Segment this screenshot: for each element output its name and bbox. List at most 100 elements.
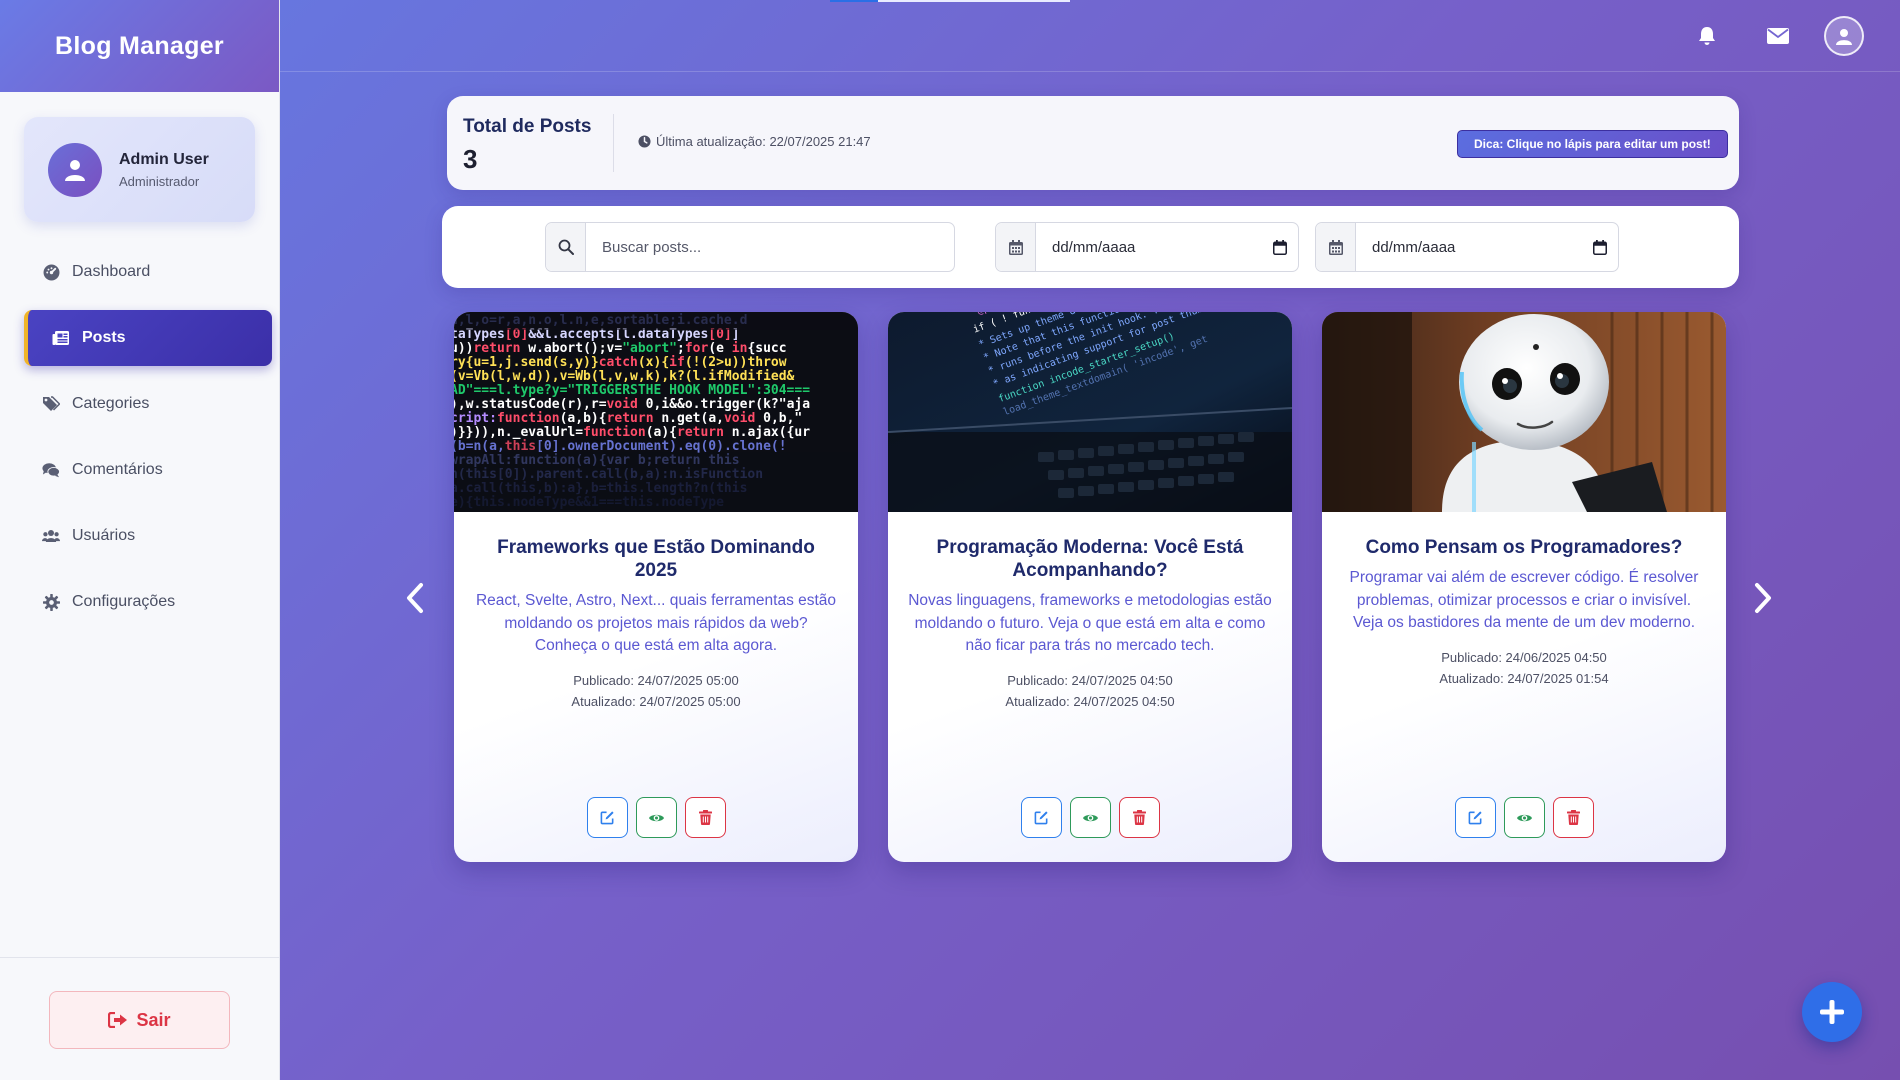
chevron-right-icon xyxy=(1755,583,1771,613)
sidebar: Blog Manager Admin User Administrador Da… xyxy=(0,0,280,1080)
post-thumbnail-laptop: @package if ( ! function_exists( 'incode… xyxy=(888,312,1292,512)
sidebar-footer: Sair xyxy=(0,957,280,1080)
last-updated-text: Última atualização: 22/07/2025 21:47 xyxy=(656,134,871,149)
edit-icon xyxy=(600,811,614,825)
sidebar-item-users[interactable]: Usuários xyxy=(24,508,272,564)
post-title: Frameworks que Estão Dominando 2025 xyxy=(497,537,815,581)
post-updated: Atualizado: 24/07/2025 05:00 xyxy=(571,693,741,709)
sidebar-item-label: Comentários xyxy=(72,461,163,478)
plus-icon xyxy=(1820,1000,1844,1024)
dashboard-icon xyxy=(42,263,60,281)
calendar-picker-icon xyxy=(1273,239,1287,255)
post-published: Publicado: 24/07/2025 04:50 xyxy=(1007,672,1173,688)
delete-post-button[interactable] xyxy=(1118,797,1160,838)
eye-icon xyxy=(1516,814,1532,821)
newspaper-icon xyxy=(52,329,70,347)
sidebar-item-posts[interactable]: Posts xyxy=(24,310,272,366)
carousel-prev-button[interactable] xyxy=(400,578,430,618)
chevron-left-icon xyxy=(407,583,423,613)
post-published: Publicado: 24/06/2025 04:50 xyxy=(1441,649,1607,665)
post-thumbnail-code: n,l,o=r,a,n.o,l.n,e,sortable;i.cache.d t… xyxy=(454,312,858,512)
comments-icon xyxy=(42,461,60,479)
date-from-picker-button[interactable] xyxy=(1262,223,1298,271)
view-post-button[interactable] xyxy=(1503,797,1545,838)
view-post-button[interactable] xyxy=(635,797,677,838)
post-title: Como Pensam os Programadores? xyxy=(1365,537,1683,558)
sidebar-item-settings[interactable]: Configurações xyxy=(24,574,272,630)
trash-icon xyxy=(1132,810,1146,825)
gear-icon xyxy=(42,593,60,611)
post-excerpt: React, Svelte, Astro, Next... quais ferr… xyxy=(475,592,837,654)
envelope-icon xyxy=(1767,28,1789,44)
tags-icon xyxy=(42,395,60,413)
svg-text:u))return w.abort();v="abort";: u))return w.abort();v="abort";for(e in{s… xyxy=(454,341,787,356)
carousel-next-button[interactable] xyxy=(1748,578,1778,618)
eye-icon xyxy=(648,814,664,821)
divider xyxy=(613,114,614,172)
user-avatar-icon xyxy=(1836,28,1852,45)
svg-text:(v=Vb(l,w,d)),v=Wb(l,v,w,k),k?: (v=Vb(l,w,d)),v=Wb(l,v,w,k),k?(l.ifModif… xyxy=(454,369,795,384)
app-title: Blog Manager xyxy=(55,31,224,60)
delete-post-button[interactable] xyxy=(684,797,726,838)
search-group xyxy=(545,222,955,272)
messages-button[interactable] xyxy=(1764,22,1792,50)
tip-badge: Dica: Clique no lápis para editar um pos… xyxy=(1457,130,1728,158)
sidebar-item-comments[interactable]: Comentários xyxy=(24,442,272,498)
add-post-button[interactable] xyxy=(1802,982,1862,1042)
loading-bar xyxy=(830,0,878,2)
trash-icon xyxy=(1566,810,1580,825)
calendar-picker-icon xyxy=(1593,239,1607,255)
clock-icon xyxy=(638,135,651,148)
logout-button[interactable]: Sair xyxy=(49,991,230,1049)
search-addon xyxy=(546,223,586,271)
date-from-addon xyxy=(996,223,1036,271)
svg-text:ry{u=1,j.send(s,y)}catch(x){if: ry{u=1,j.send(s,y)}catch(x){if(!(2>u))th… xyxy=(454,355,787,370)
edit-icon xyxy=(1034,811,1048,825)
svg-text:(b=n(a,this[0].ownerDocument).: (b=n(a,this[0].ownerDocument).eq(0).clon… xyxy=(454,439,787,454)
main-content: Total de Posts 3 Última atualização: 22/… xyxy=(280,0,1900,1080)
bell-icon xyxy=(1699,27,1715,45)
svg-text:AD"===l.type?y="TRIGGERSTHE HO: AD"===l.type?y="TRIGGERSTHE HOOK MODEL":… xyxy=(454,383,810,398)
post-card: Como Pensam os Programadores? Programar … xyxy=(1322,312,1726,862)
user-avatar-button[interactable] xyxy=(1824,16,1864,56)
profile-name: Admin User xyxy=(119,150,209,168)
search-input[interactable] xyxy=(586,223,954,271)
sidebar-item-label: Configurações xyxy=(72,593,176,610)
svg-text:),w.statusCode(r),r=void 0,i&&: ),w.statusCode(r),r=void 0,i&&o.trigger(… xyxy=(454,397,810,412)
svg-text:cript:function(a,b){return n.g: cript:function(a,b){return n.get(a,void … xyxy=(454,411,802,426)
date-to-group: dd/mm/aaaa xyxy=(1315,222,1619,272)
date-from-input[interactable]: dd/mm/aaaa xyxy=(1036,223,1262,271)
post-excerpt: Programar vai além de escrever código. É… xyxy=(1349,569,1699,631)
user-icon xyxy=(65,159,85,181)
post-updated: Atualizado: 24/07/2025 04:50 xyxy=(1005,693,1175,709)
edit-post-button[interactable] xyxy=(586,797,628,838)
svg-text:)}})),n._evalUrl=function(a){r: )}})),n._evalUrl=function(a){return n.aj… xyxy=(454,425,810,440)
date-to-input[interactable]: dd/mm/aaaa xyxy=(1356,223,1582,271)
calendar-icon xyxy=(1328,239,1343,255)
profile-role: Administrador xyxy=(119,173,200,189)
stats-title: Total de Posts xyxy=(463,116,592,137)
edit-post-button[interactable] xyxy=(1020,797,1062,838)
eye-icon xyxy=(1082,814,1098,821)
profile-card: Admin User Administrador xyxy=(24,117,255,222)
notifications-button[interactable] xyxy=(1693,22,1721,50)
stats-card: Total de Posts 3 Última atualização: 22/… xyxy=(447,96,1739,190)
last-updated: Última atualização: 22/07/2025 21:47 xyxy=(638,134,871,149)
post-title: Programação Moderna: Você Está Acompanha… xyxy=(936,537,1244,581)
search-icon xyxy=(558,239,574,255)
posts-count: 3 xyxy=(463,144,478,174)
date-to-picker-button[interactable] xyxy=(1582,223,1618,271)
logout-label: Sair xyxy=(136,1009,171,1030)
delete-post-button[interactable] xyxy=(1552,797,1594,838)
sign-out-icon xyxy=(108,1012,128,1028)
sidebar-item-label: Posts xyxy=(82,329,126,346)
post-published: Publicado: 24/07/2025 05:00 xyxy=(573,672,739,688)
sidebar-item-label: Dashboard xyxy=(72,263,151,280)
post-thumbnail-robot xyxy=(1322,312,1726,512)
edit-post-button[interactable] xyxy=(1454,797,1496,838)
sidebar-item-dashboard[interactable]: Dashboard xyxy=(24,244,272,300)
post-card: @package if ( ! function_exists( 'incode… xyxy=(888,312,1292,862)
filter-bar: dd/mm/aaaa dd/mm/aaaa xyxy=(442,206,1739,288)
sidebar-item-categories[interactable]: Categories xyxy=(24,376,272,432)
view-post-button[interactable] xyxy=(1069,797,1111,838)
